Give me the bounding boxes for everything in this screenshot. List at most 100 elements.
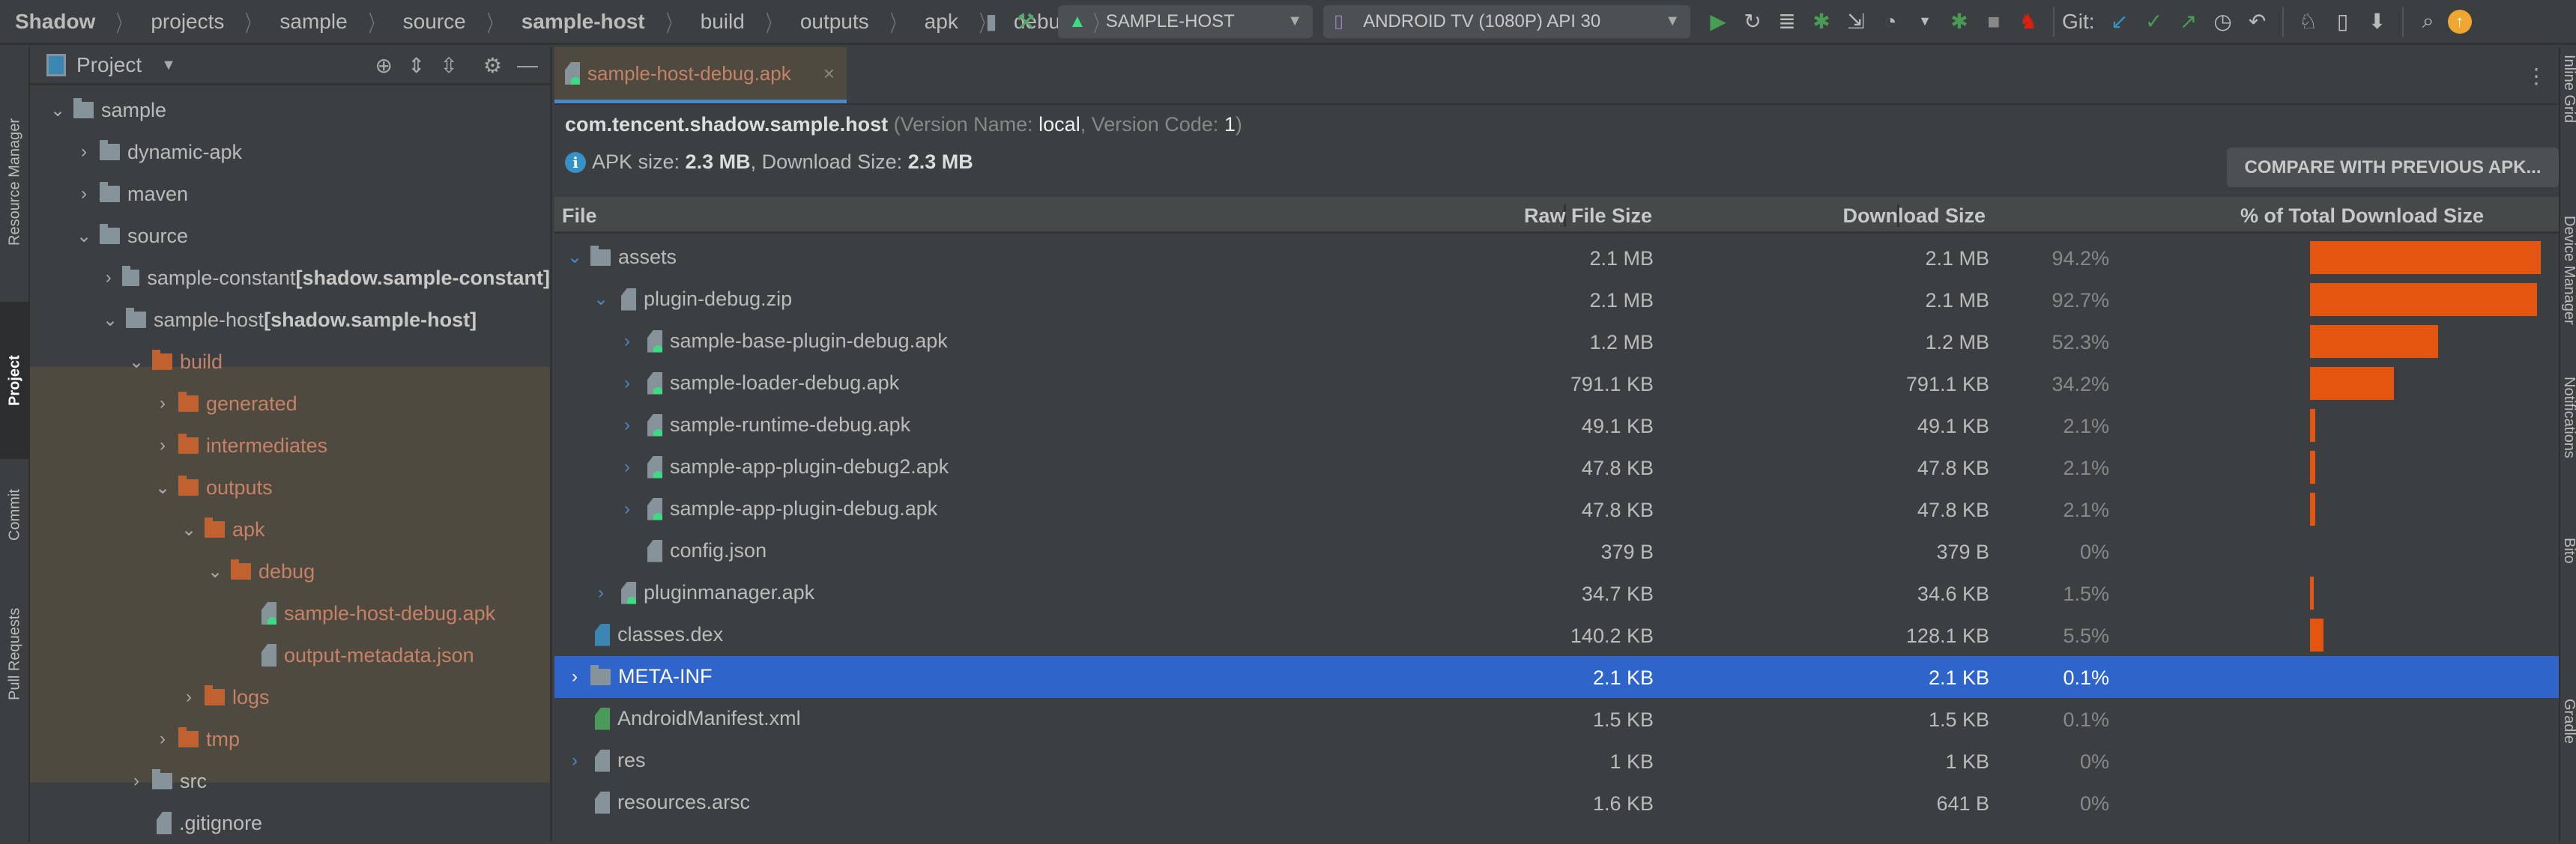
table-row[interactable]: › res 1 KB 1 KB 0% bbox=[554, 740, 2559, 782]
chevron-right-icon[interactable]: › bbox=[616, 457, 638, 478]
stop-icon[interactable]: ■ bbox=[1979, 7, 2009, 37]
tool-window-bito[interactable]: Bito bbox=[2560, 538, 2576, 563]
table-row[interactable]: config.json 379 B 379 B 0% bbox=[554, 530, 2559, 572]
table-row[interactable]: › sample-loader-debug.apk 791.1 KB 791.1 KB… bbox=[554, 362, 2559, 404]
tree-item[interactable]: ⌄ build bbox=[30, 341, 550, 383]
tree-item[interactable]: ⌄ debug bbox=[30, 550, 550, 592]
table-row[interactable]: › sample-app-plugin-debug2.apk 47.8 KB 47.8… bbox=[554, 446, 2559, 488]
breadcrumb-item[interactable]: outputs bbox=[800, 10, 869, 34]
tree-item[interactable]: › src bbox=[30, 760, 550, 802]
table-row[interactable]: › sample-runtime-debug.apk 49.1 KB 49.1 KB 2… bbox=[554, 404, 2559, 446]
git-update-icon[interactable]: ↙ bbox=[2105, 7, 2135, 37]
table-row[interactable]: › sample-app-plugin-debug.apk 47.8 KB 47.8 … bbox=[554, 488, 2559, 530]
chevron-right-icon[interactable]: › bbox=[563, 750, 586, 771]
column-percent-download[interactable]: % of Total Download Size bbox=[2240, 204, 2484, 228]
tree-item[interactable]: ⌄ apk bbox=[30, 508, 550, 550]
chevron-down-icon[interactable]: ⌄ bbox=[204, 561, 226, 583]
sdk-manager-icon[interactable]: ⬇ bbox=[2362, 7, 2392, 37]
chevron-down-icon[interactable]: ⌄ bbox=[73, 225, 95, 247]
build-hammer-icon[interactable]: ⚒ bbox=[1011, 7, 1041, 37]
chevron-down-icon[interactable]: ⌄ bbox=[46, 100, 69, 121]
more-options-icon[interactable]: ⋮ bbox=[2526, 64, 2547, 88]
tree-item[interactable]: ⌄ sample bbox=[30, 89, 550, 131]
tool-window-device-manager[interactable]: Device Manager bbox=[2560, 216, 2576, 325]
search-icon[interactable]: ⌕ bbox=[2413, 7, 2443, 37]
tree-item[interactable]: sample-host-debug.apk bbox=[30, 592, 550, 634]
chevron-down-icon[interactable]: ⌄ bbox=[563, 246, 586, 268]
tool-window-project[interactable]: Project bbox=[0, 302, 30, 459]
device-select[interactable]: ▯ ANDROID TV (1080P) API 30 ▼ bbox=[1323, 4, 1690, 38]
tab-sample-host-debug-apk[interactable]: sample-host-debug.apk × bbox=[554, 47, 847, 103]
tree-item[interactable]: ⌄ outputs bbox=[30, 467, 550, 508]
chevron-right-icon[interactable]: › bbox=[616, 499, 638, 520]
table-row[interactable]: resources.arsc 1.6 KB 641 B 0% bbox=[554, 782, 2559, 824]
chevron-right-icon[interactable]: › bbox=[73, 183, 95, 204]
chevron-right-icon[interactable]: › bbox=[616, 373, 638, 394]
chevron-right-icon[interactable]: › bbox=[616, 415, 638, 436]
tree-item[interactable]: ⌄ source bbox=[30, 215, 550, 257]
git-commit-icon[interactable]: ✓ bbox=[2139, 7, 2169, 37]
table-row[interactable]: › sample-base-plugin-debug.apk 1.2 MB 1.2 M… bbox=[554, 321, 2559, 362]
tree-item[interactable]: › logs bbox=[30, 676, 550, 718]
chevron-down-icon[interactable]: ▼ bbox=[161, 57, 176, 74]
chevron-right-icon[interactable]: › bbox=[616, 331, 638, 352]
close-icon[interactable]: × bbox=[823, 62, 835, 85]
tool-window-resource-manager[interactable]: Resource Manager bbox=[0, 55, 30, 309]
chevron-right-icon[interactable]: › bbox=[151, 393, 174, 414]
column-file[interactable]: File bbox=[562, 204, 597, 228]
breadcrumb-item[interactable]: projects bbox=[151, 10, 224, 34]
chevron-right-icon[interactable]: › bbox=[151, 729, 174, 750]
tool-window-commit[interactable]: Commit bbox=[0, 467, 30, 564]
attach-debugger-icon[interactable]: ⇲ bbox=[1841, 7, 1871, 37]
table-row[interactable]: › pluginmanager.apk 34.7 KB 34.6 KB 1.5% bbox=[554, 572, 2559, 614]
column-download-size[interactable]: Download Size bbox=[1842, 204, 1986, 228]
breadcrumb-item[interactable]: apk bbox=[925, 10, 958, 34]
tree-item[interactable]: .gitignore bbox=[30, 802, 550, 844]
tree-item[interactable]: › generated bbox=[30, 383, 550, 425]
chevron-right-icon[interactable]: › bbox=[151, 435, 174, 456]
tool-window-gradle[interactable]: Gradle bbox=[2560, 699, 2576, 744]
breadcrumb-item[interactable]: source bbox=[403, 10, 466, 34]
rollback-icon[interactable]: ↶ bbox=[2243, 7, 2273, 37]
table-row[interactable]: AndroidManifest.xml 1.5 KB 1.5 KB 0.1% bbox=[554, 698, 2559, 740]
tool-window-pull-requests[interactable]: Pull Requests bbox=[0, 571, 30, 736]
sync-gradle-icon[interactable]: ♘ bbox=[2294, 7, 2323, 37]
compare-with-previous-apk-button[interactable]: COMPARE WITH PREVIOUS APK... bbox=[2227, 148, 2559, 187]
chevron-down-icon[interactable]: ⌄ bbox=[99, 309, 121, 331]
chevron-right-icon[interactable]: › bbox=[73, 142, 95, 163]
table-row[interactable]: ⌄ plugin-debug.zip 2.1 MB 2.1 MB 92.7% bbox=[554, 279, 2559, 321]
history-icon[interactable]: ◷ bbox=[2208, 7, 2238, 37]
coverage-icon[interactable]: ✱ bbox=[1944, 7, 1974, 37]
table-row[interactable]: classes.dex 140.2 KB 128.1 KB 5.5% bbox=[554, 614, 2559, 656]
expand-all-icon[interactable]: ⇕ bbox=[408, 53, 425, 78]
tree-item[interactable]: › sample-constant [shadow.sample-constant… bbox=[30, 257, 550, 299]
debug-icon[interactable]: ✱ bbox=[1806, 7, 1836, 37]
tool-window-notifications[interactable]: Notifications bbox=[2560, 377, 2576, 458]
table-row[interactable]: › META-INF 2.1 KB 2.1 KB 0.1% bbox=[554, 656, 2559, 698]
tree-item[interactable]: › dynamic-apk bbox=[30, 131, 550, 173]
tree-item[interactable]: › tmp bbox=[30, 718, 550, 760]
chevron-down-icon[interactable]: ⌄ bbox=[590, 288, 612, 310]
chevron-right-icon[interactable]: › bbox=[99, 267, 118, 288]
apply-code-changes-icon[interactable]: ≣ bbox=[1772, 7, 1802, 37]
tree-item[interactable]: output-metadata.json bbox=[30, 634, 550, 676]
tree-item[interactable]: › maven bbox=[30, 173, 550, 215]
git-push-icon[interactable]: ↗ bbox=[2174, 7, 2204, 37]
chevron-down-icon[interactable]: ⌄ bbox=[178, 519, 200, 541]
tree-item[interactable]: ⌄ sample-host [shadow.sample-host] bbox=[30, 299, 550, 341]
profile-icon[interactable]: ◔ bbox=[1875, 7, 1905, 37]
chevron-right-icon[interactable]: › bbox=[178, 687, 200, 708]
update-icon[interactable]: ↑ bbox=[2447, 9, 2472, 34]
settings-gear-icon[interactable]: ⚙ bbox=[483, 53, 502, 78]
breadcrumb-item[interactable]: sample-host bbox=[521, 10, 645, 34]
breadcrumb-item[interactable]: Shadow bbox=[15, 10, 95, 34]
tool-window-inline-grid[interactable]: Inline Grid bbox=[2560, 55, 2576, 123]
chevron-right-icon[interactable]: › bbox=[563, 667, 586, 687]
breadcrumb-item[interactable]: sample bbox=[279, 10, 347, 34]
chevron-right-icon[interactable]: › bbox=[125, 771, 148, 792]
collapse-all-icon[interactable]: ⇳ bbox=[440, 53, 457, 78]
run-icon[interactable]: ▶ bbox=[1703, 7, 1733, 37]
device-manager-icon[interactable]: ▯ bbox=[2328, 7, 2358, 37]
chevron-down-icon[interactable]: ⌄ bbox=[125, 351, 148, 373]
breadcrumb-item[interactable]: build bbox=[701, 10, 745, 34]
